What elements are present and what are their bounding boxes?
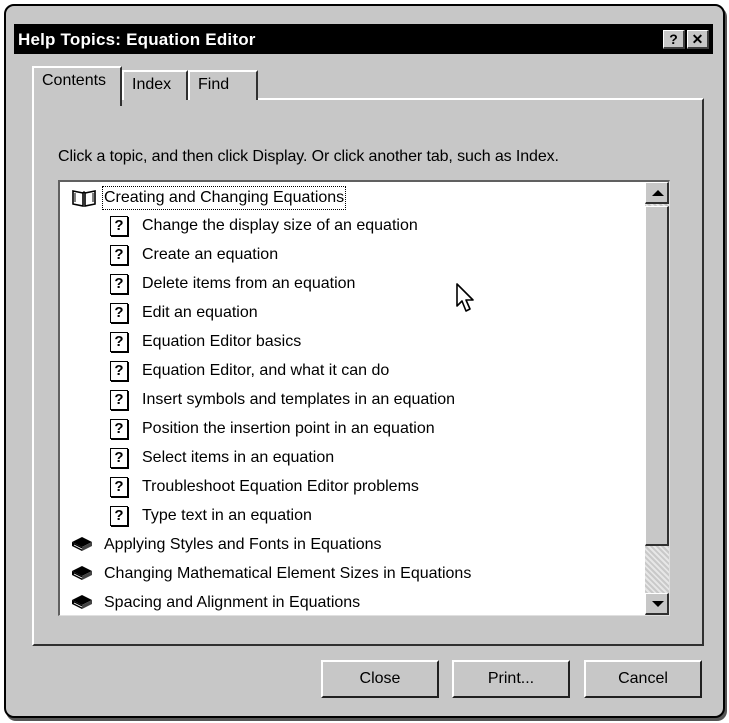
topic-label: Delete items from an equation: [142, 275, 356, 292]
help-topic-icon: ?: [110, 477, 128, 497]
topic-label: Edit an equation: [142, 304, 258, 321]
topic-label: Change the display size of an equation: [142, 217, 418, 234]
tree-item-spacing-alignment[interactable]: Spacing and Alignment in Equations: [60, 589, 640, 615]
tree-item-label: Spacing and Alignment in Equations: [104, 594, 361, 611]
topic-item[interactable]: ? Create an equation: [60, 241, 640, 269]
tab-index[interactable]: Index: [122, 70, 188, 100]
title-bar[interactable]: Help Topics: Equation Editor ? ✕: [14, 24, 713, 54]
help-topic-icon: ?: [110, 245, 128, 265]
help-topic-icon: ?: [110, 390, 128, 410]
help-topic-icon: ?: [110, 419, 128, 439]
topic-label: Select items in an equation: [142, 449, 335, 466]
tree-item-label: Applying Styles and Fonts in Equations: [104, 536, 382, 553]
topic-label: Create an equation: [142, 246, 279, 263]
vertical-scrollbar[interactable]: [645, 182, 669, 615]
arrow-up-icon: [652, 190, 664, 196]
help-topic-icon: ?: [110, 448, 128, 468]
help-topic-icon: ?: [110, 216, 128, 236]
topic-item[interactable]: ? Equation Editor basics: [60, 328, 640, 356]
arrow-down-icon: [652, 601, 664, 607]
topic-item[interactable]: ? Troubleshoot Equation Editor problems: [60, 473, 640, 501]
topic-item[interactable]: ? Edit an equation: [60, 299, 640, 327]
topic-item[interactable]: ? Equation Editor, and what it can do: [60, 357, 640, 385]
help-topic-icon: ?: [110, 303, 128, 323]
topic-item[interactable]: ? Type text in an equation: [60, 502, 640, 530]
topic-label: Position the insertion point in an equat…: [142, 420, 435, 437]
topic-label: Troubleshoot Equation Editor problems: [142, 478, 419, 495]
tree-item-label: Changing Mathematical Element Sizes in E…: [104, 565, 472, 582]
mouse-pointer-icon: [456, 283, 474, 312]
topic-item[interactable]: ? Insert symbols and templates in an equ…: [60, 386, 640, 414]
help-topic-icon: ?: [110, 332, 128, 352]
closed-book-icon: [72, 566, 92, 580]
topic-label: Equation Editor, and what it can do: [142, 362, 390, 379]
topic-item[interactable]: ? Select items in an equation: [60, 444, 640, 472]
cancel-button[interactable]: Cancel: [584, 660, 702, 698]
topic-label: Type text in an equation: [142, 507, 312, 524]
topics-tree[interactable]: Creating and Changing Equations ? Change…: [58, 180, 670, 616]
help-topic-icon: ?: [110, 274, 128, 294]
scroll-down-button[interactable]: [645, 593, 669, 615]
instructions-text: Click a topic, and then click Display. O…: [58, 148, 559, 165]
print-button[interactable]: Print...: [452, 660, 570, 698]
scroll-up-button[interactable]: [645, 182, 669, 204]
window-title: Help Topics: Equation Editor: [18, 30, 256, 49]
closed-book-icon: [72, 595, 92, 609]
help-button[interactable]: ?: [663, 30, 685, 49]
help-topic-icon: ?: [110, 506, 128, 526]
tree-item-applying-styles[interactable]: Applying Styles and Fonts in Equations: [60, 531, 640, 559]
tab-find[interactable]: Find: [188, 70, 258, 100]
help-topic-icon: ?: [110, 361, 128, 381]
close-window-button[interactable]: ✕: [687, 30, 709, 49]
tree-item-changing-sizes[interactable]: Changing Mathematical Element Sizes in E…: [60, 560, 640, 588]
open-book-icon: [72, 190, 96, 207]
topic-item[interactable]: ? Change the display size of an equation: [60, 212, 640, 240]
closed-book-icon: [72, 537, 92, 551]
topic-label: Equation Editor basics: [142, 333, 302, 350]
topic-label: Insert symbols and templates in an equat…: [142, 391, 456, 408]
tree-item-label: Creating and Changing Equations: [102, 186, 347, 210]
topic-item[interactable]: ? Position the insertion point in an equ…: [60, 415, 640, 443]
tree-item-creating-changing[interactable]: Creating and Changing Equations: [60, 184, 640, 212]
scroll-thumb[interactable]: [645, 206, 669, 546]
topic-item[interactable]: ? Delete items from an equation: [60, 270, 640, 298]
tab-contents[interactable]: Contents: [32, 66, 122, 106]
close-button[interactable]: Close: [321, 660, 439, 698]
